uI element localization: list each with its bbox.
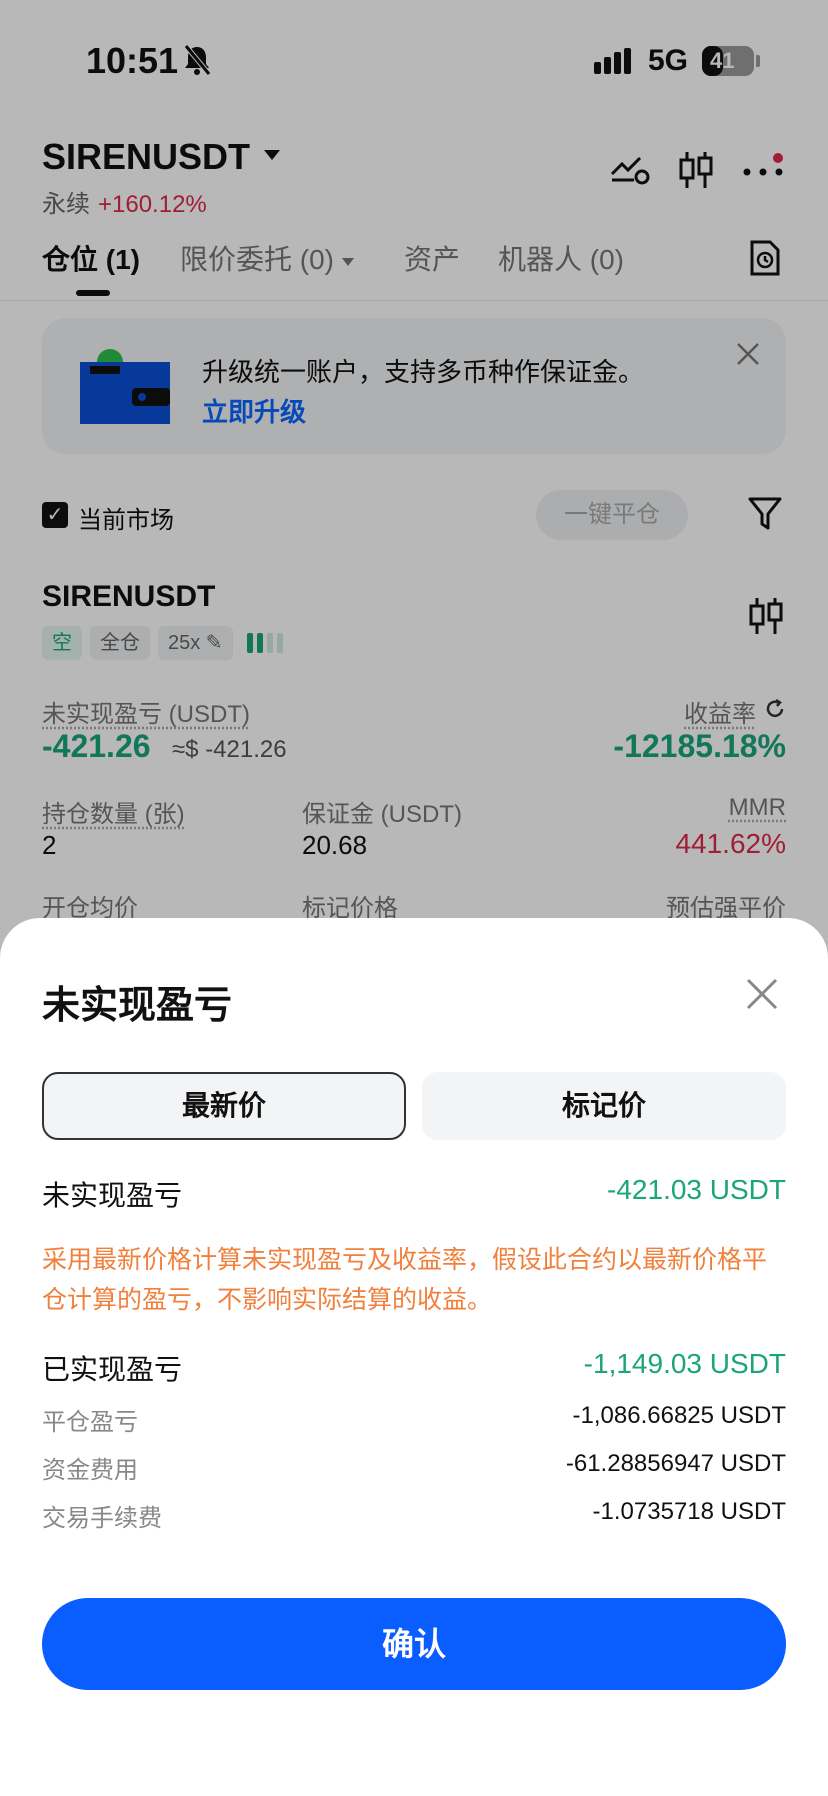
latest-price-segment[interactable]: 最新价 [42, 1072, 406, 1140]
unrealized-label: 未实现盈亏 [42, 1180, 183, 1211]
confirm-button[interactable]: 确认 [42, 1598, 786, 1690]
trading-fee-value: -1.0735718 USDT [592, 1498, 786, 1525]
mark-price-segment[interactable]: 标记价 [422, 1072, 786, 1140]
close-icon[interactable] [746, 978, 778, 1010]
realized-value: -1,149.03 USDT [583, 1348, 786, 1379]
realized-label: 已实现盈亏 [42, 1354, 183, 1385]
close-pnl-label: 平仓盈亏 [42, 1409, 138, 1436]
unrealized-pnl-sheet: 未实现盈亏 最新价 标记价 未实现盈亏 -421.03 USDT 采用最新价格计… [0, 918, 828, 1796]
close-pnl-value: -1,086.66825 USDT [572, 1402, 786, 1429]
sheet-title: 未实现盈亏 [42, 985, 233, 1027]
funding-fee-value: -61.28856947 USDT [565, 1450, 786, 1477]
funding-fee-label: 资金费用 [42, 1457, 138, 1484]
unrealized-value: -421.03 USDT [607, 1174, 786, 1205]
trading-fee-label: 交易手续费 [42, 1505, 162, 1532]
pnl-note: 采用最新价格计算未实现盈亏及收益率，假设此合约以最新价格平仓计算的盈亏，不影响实… [42, 1246, 768, 1314]
